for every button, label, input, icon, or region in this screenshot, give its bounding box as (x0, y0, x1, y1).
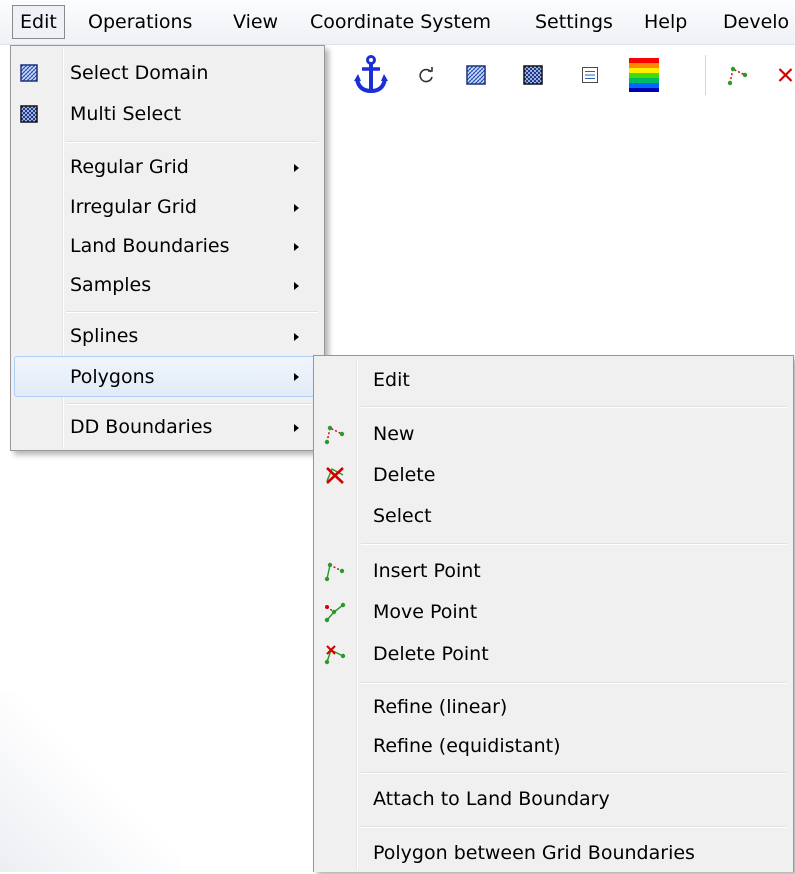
menu-item-polygons[interactable]: Polygons (14, 356, 321, 397)
select-domain-icon[interactable] (458, 55, 494, 95)
submenu-arrow-icon (294, 373, 299, 381)
menu-item-label: Irregular Grid (70, 196, 197, 218)
menu-item-label: Select (373, 505, 432, 527)
submenu-arrow-icon (294, 204, 299, 212)
menu-item-label: New (373, 423, 415, 445)
menu-separator (361, 543, 787, 545)
colormap-icon[interactable] (624, 55, 664, 95)
menu-item-delete[interactable]: Delete (317, 455, 790, 496)
polygon-new-icon (323, 422, 347, 446)
menu-separator (361, 682, 787, 684)
menu-item-attach-to-land-boundary[interactable]: Attach to Land Boundary (317, 779, 790, 820)
list-icon[interactable] (572, 55, 608, 95)
menu-settings[interactable]: Settings (527, 5, 621, 39)
menu-item-label: Refine (equidistant) (373, 735, 561, 757)
menu-separator (361, 406, 787, 408)
menu-view[interactable]: View (225, 5, 286, 39)
menu-separator (66, 311, 318, 313)
select-domain-icon (17, 61, 41, 85)
anchor-icon[interactable] (350, 55, 392, 95)
menu-item-new[interactable]: New (317, 414, 790, 455)
menu-item-label: Select Domain (70, 62, 209, 84)
submenu-arrow-icon (294, 243, 299, 251)
menu-item-label: Edit (373, 369, 410, 391)
submenu-arrow-icon (294, 282, 299, 290)
menu-item-move-point[interactable]: Move Point (317, 592, 790, 633)
menu-coordinate-system[interactable]: Coordinate System (302, 5, 499, 39)
menu-edit[interactable]: Edit (12, 5, 65, 39)
polygon-delete-icon[interactable] (776, 55, 795, 95)
multi-select-icon (17, 102, 41, 126)
menu-item-label: Attach to Land Boundary (373, 788, 610, 810)
menu-item-label: Refine (linear) (373, 696, 508, 718)
menu-item-label: DD Boundaries (70, 416, 213, 438)
menu-item-label: Polygons (70, 366, 155, 388)
refresh-icon[interactable] (411, 55, 441, 95)
menu-bar: Edit Operations View Coordinate System S… (0, 0, 795, 45)
menu-developer[interactable]: Develo (715, 5, 795, 39)
menu-item-regular-grid[interactable]: Regular Grid (14, 147, 321, 188)
menu-item-polygon-between-grid-boundaries[interactable]: Polygon between Grid Boundaries (317, 833, 790, 874)
insert-point-icon (323, 559, 347, 583)
background-fade (0, 692, 180, 872)
menu-help[interactable]: Help (636, 5, 695, 39)
menu-item-refine-equidistant[interactable]: Refine (equidistant) (317, 726, 790, 767)
polygons-submenu: Edit New Delete Select Insert Point Move… (313, 355, 794, 872)
edit-menu: Select Domain Multi Select Regular Grid … (10, 45, 325, 451)
menu-operations[interactable]: Operations (80, 5, 200, 39)
menu-item-label: Regular Grid (70, 156, 189, 178)
menu-item-select[interactable]: Select (317, 496, 790, 537)
menu-item-label: Samples (70, 274, 152, 296)
delete-point-icon (323, 642, 347, 666)
menu-separator (361, 826, 787, 828)
multi-select-icon[interactable] (515, 55, 551, 95)
menu-item-multi-select[interactable]: Multi Select (14, 94, 321, 135)
menu-item-label: Move Point (373, 601, 478, 623)
move-point-icon (323, 600, 347, 624)
menu-item-delete-point[interactable]: Delete Point (317, 634, 790, 675)
menu-item-label: Insert Point (373, 560, 481, 582)
menu-item-dd-boundaries[interactable]: DD Boundaries (14, 407, 321, 448)
polygon-new-icon[interactable] (720, 55, 756, 95)
menu-item-label: Land Boundaries (70, 235, 230, 257)
menu-item-label: Polygon between Grid Boundaries (373, 842, 695, 864)
menu-item-label: Delete (373, 464, 436, 486)
menu-item-label: Splines (70, 325, 139, 347)
menu-item-insert-point[interactable]: Insert Point (317, 551, 790, 592)
menu-separator (361, 772, 787, 774)
polygon-delete-icon (323, 463, 347, 487)
menu-item-samples[interactable]: Samples (14, 265, 321, 306)
menu-separator (66, 403, 318, 405)
menu-item-splines[interactable]: Splines (14, 316, 321, 357)
submenu-arrow-icon (294, 164, 299, 172)
menu-item-label: Multi Select (70, 103, 182, 125)
submenu-arrow-icon (294, 333, 299, 341)
menu-item-refine-linear[interactable]: Refine (linear) (317, 687, 790, 728)
submenu-arrow-icon (294, 424, 299, 432)
menu-item-select-domain[interactable]: Select Domain (14, 53, 321, 94)
menu-separator (66, 141, 318, 143)
menu-item-edit[interactable]: Edit (317, 360, 790, 401)
toolbar-separator (705, 55, 706, 95)
menu-item-label: Delete Point (373, 643, 489, 665)
menu-item-irregular-grid[interactable]: Irregular Grid (14, 187, 321, 228)
menu-item-land-boundaries[interactable]: Land Boundaries (14, 226, 321, 267)
